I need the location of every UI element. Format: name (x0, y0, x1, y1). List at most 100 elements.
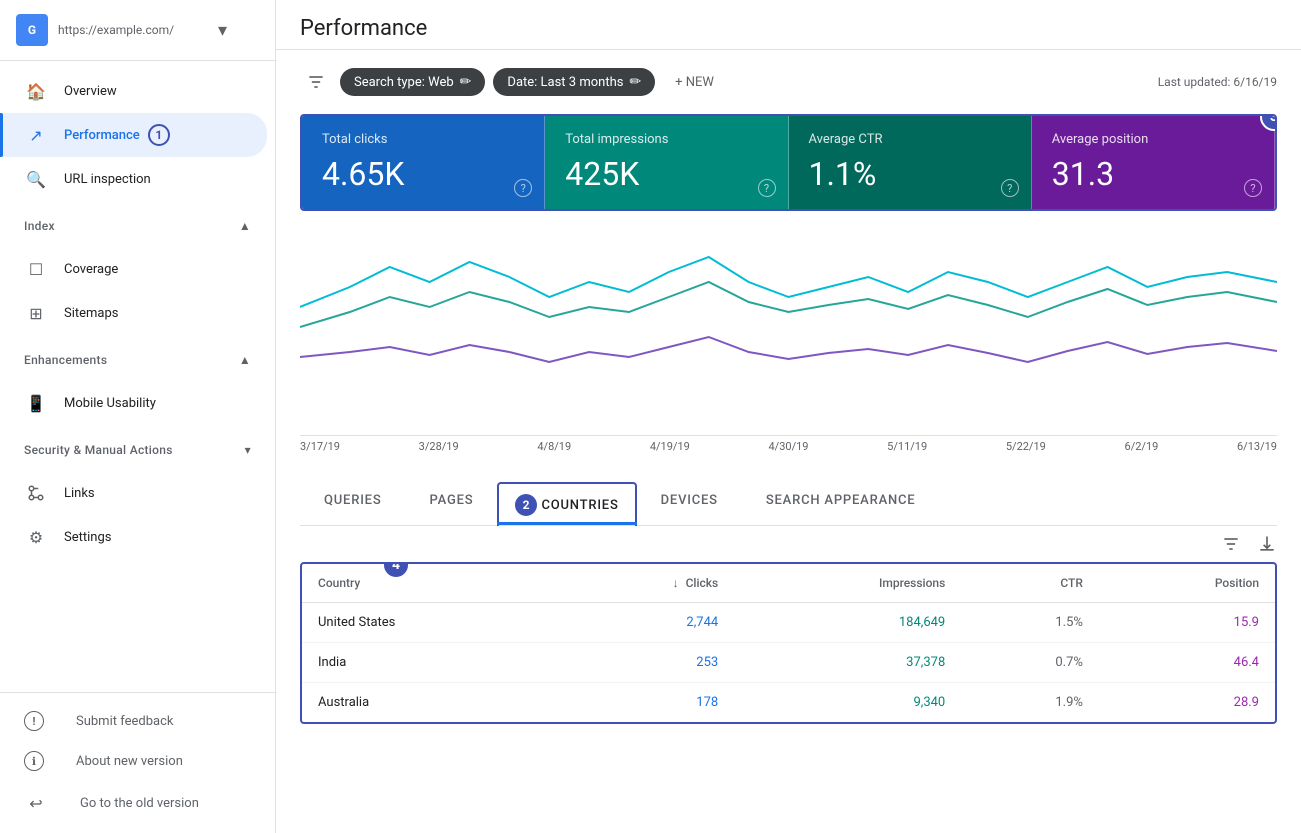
old-version-icon: ↩ (24, 791, 48, 815)
sidebar-item-label: URL inspection (64, 172, 151, 187)
cell-ctr: 0.7% (961, 643, 1099, 683)
edit-date-icon: ✏ (629, 74, 641, 90)
tab-pages[interactable]: PAGES (406, 481, 498, 525)
sidebar-item-mobile-usability[interactable]: 📱 Mobile Usability (0, 381, 267, 425)
tab-countries[interactable]: 2 COUNTRIES (497, 481, 636, 525)
table-download-icon[interactable] (1257, 534, 1277, 554)
tabs-bar: QUERIES PAGES 2 COUNTRIES DEVICES SEARCH… (300, 481, 1277, 526)
tab-label: PAGES (430, 493, 474, 508)
countries-tab-wrapper: 2 COUNTRIES (497, 482, 636, 526)
sidebar-item-coverage[interactable]: ☐ Coverage (0, 247, 267, 291)
main-content: Performance Search type: Web ✏ Date: Las… (276, 0, 1301, 833)
sidebar-logo[interactable]: G https://example.com/ ▾ (0, 0, 275, 61)
main-body: Search type: Web ✏ Date: Last 3 months ✏… (276, 50, 1301, 833)
metric-value: 4.65K (322, 155, 524, 193)
metrics-cards: Total clicks 4.65K ? Total impressions 4… (300, 114, 1277, 211)
date-filter[interactable]: Date: Last 3 months ✏ (493, 68, 655, 96)
search-type-filter[interactable]: Search type: Web ✏ (340, 68, 485, 96)
sidebar-item-settings[interactable]: ⚙ Settings (0, 515, 267, 559)
metric-average-ctr[interactable]: Average CTR 1.1% ? (789, 116, 1032, 209)
sidebar-item-label: Settings (64, 530, 111, 545)
metric-average-position[interactable]: Average position 31.3 ? (1032, 116, 1275, 209)
x-label: 6/2/19 (1125, 440, 1159, 453)
annotation-1-badge: 1 (148, 124, 170, 146)
mobile-icon: 📱 (24, 391, 48, 415)
cell-clicks: 178 (555, 683, 734, 723)
performance-icon: ↗ (24, 123, 48, 147)
about-new-version-item[interactable]: ℹ About new version (0, 741, 275, 781)
table-row: United States 2,744 184,649 1.5% 15.9 (302, 603, 1275, 643)
metric-help-icon[interactable]: ? (758, 179, 776, 197)
feedback-icon: ! (24, 711, 44, 731)
tab-devices[interactable]: DEVICES (637, 481, 742, 525)
cell-impressions: 37,378 (734, 643, 961, 683)
search-type-label: Search type: Web (354, 75, 454, 90)
index-section-header[interactable]: Index ▲ (0, 209, 275, 239)
metric-value: 1.1% (809, 155, 1011, 193)
x-label: 3/28/19 (419, 440, 459, 453)
main-nav-section: 🏠 Overview ↗ Performance 1 🔍 URL inspect… (0, 61, 275, 209)
new-button[interactable]: + NEW (663, 69, 726, 96)
col-ctr: CTR (961, 564, 1099, 603)
x-label: 4/30/19 (769, 440, 809, 453)
links-settings-section: Links ⚙ Settings (0, 463, 275, 567)
metric-label: Average CTR (809, 132, 1011, 147)
submit-feedback-label: Submit feedback (76, 714, 173, 729)
sidebar-item-links[interactable]: Links (0, 471, 267, 515)
sidebar: G https://example.com/ ▾ 🏠 Overview ↗ Pe… (0, 0, 276, 833)
edit-filter-icon: ✏ (460, 74, 472, 90)
metric-label: Total impressions (565, 132, 767, 147)
sidebar-item-sitemaps[interactable]: ⊞ Sitemaps (0, 291, 267, 335)
col-position: Position (1099, 564, 1275, 603)
col-clicks[interactable]: ↓ Clicks (555, 564, 734, 603)
go-to-old-version-item[interactable]: ↩ Go to the old version (0, 781, 275, 825)
tab-search-appearance[interactable]: SEARCH APPEARANCE (742, 481, 940, 525)
x-label: 5/22/19 (1006, 440, 1046, 453)
last-updated-text: Last updated: 6/16/19 (1158, 75, 1277, 89)
info-icon: ℹ (24, 751, 44, 771)
x-label: 6/13/19 (1237, 440, 1277, 453)
settings-icon: ⚙ (24, 525, 48, 549)
table-filter-icon[interactable] (1221, 534, 1241, 554)
sidebar-item-overview[interactable]: 🏠 Overview (0, 69, 267, 113)
chart-x-axis: 3/17/19 3/28/19 4/8/19 4/19/19 4/30/19 5… (300, 435, 1277, 457)
enhancements-section-header[interactable]: Enhancements ▲ (0, 343, 275, 373)
cell-country: Australia (302, 683, 555, 723)
metric-label: Average position (1052, 132, 1254, 147)
enhancements-section-label: Enhancements (24, 353, 107, 367)
metric-label: Total clicks (322, 132, 524, 147)
sidebar-item-label: Coverage (64, 262, 118, 277)
sidebar-item-performance[interactable]: ↗ Performance 1 (0, 113, 267, 157)
home-icon: 🏠 (24, 79, 48, 103)
cell-country: United States (302, 603, 555, 643)
security-section-header[interactable]: Security & Manual Actions ▾ (0, 433, 275, 463)
metric-total-clicks[interactable]: Total clicks 4.65K ? (302, 116, 545, 209)
go-to-old-version-label: Go to the old version (80, 796, 199, 811)
x-label: 4/8/19 (537, 440, 571, 453)
toolbar: Search type: Web ✏ Date: Last 3 months ✏… (300, 66, 1277, 98)
metric-help-icon[interactable]: ? (1244, 179, 1262, 197)
enhancements-collapse-icon: ▲ (239, 353, 251, 367)
metric-help-icon[interactable]: ? (514, 179, 532, 197)
sitemaps-icon: ⊞ (24, 301, 48, 325)
submit-feedback-item[interactable]: ! Submit feedback (0, 701, 275, 741)
metric-help-icon[interactable]: ? (1001, 179, 1019, 197)
table-row: India 253 37,378 0.7% 46.4 (302, 643, 1275, 683)
tab-queries[interactable]: QUERIES (300, 481, 406, 525)
data-table-wrapper: 4 Country ↓ Clicks Impressions CTR Posit… (300, 562, 1277, 724)
page-header: Performance (276, 0, 1301, 50)
security-collapse-icon: ▾ (245, 443, 251, 457)
x-label: 3/17/19 (300, 440, 340, 453)
cell-ctr: 1.9% (961, 683, 1099, 723)
property-chevron-icon[interactable]: ▾ (218, 20, 227, 41)
app-logo-icon: G (16, 14, 48, 46)
x-label: 4/19/19 (650, 440, 690, 453)
sidebar-item-label: Links (64, 486, 95, 501)
table-row: Australia 178 9,340 1.9% 28.9 (302, 683, 1275, 723)
metric-total-impressions[interactable]: Total impressions 425K ? (545, 116, 788, 209)
tab-label: DEVICES (661, 493, 718, 508)
index-section-label: Index (24, 219, 55, 233)
filter-icon-button[interactable] (300, 66, 332, 98)
cell-ctr: 1.5% (961, 603, 1099, 643)
sidebar-item-url-inspection[interactable]: 🔍 URL inspection (0, 157, 267, 201)
